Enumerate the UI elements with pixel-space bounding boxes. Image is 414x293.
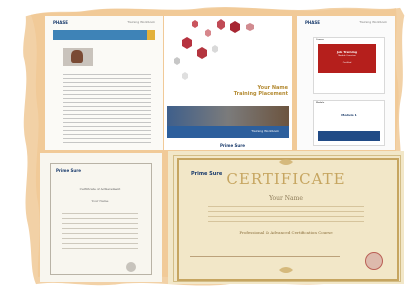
certificate-title: CERTIFICATE: [226, 170, 346, 188]
certificate-heading: Certificate of Achievement: [79, 187, 121, 191]
module-page: PHASE Training Workbook Course Job Train…: [297, 16, 395, 150]
certificate-name: Your Name: [91, 199, 109, 203]
course-title: Job Training: [336, 50, 358, 54]
cover-footer-label: Training Workbook: [251, 129, 279, 133]
brand-logo: PHASE: [305, 20, 320, 25]
page-tag: Training Workbook: [127, 20, 155, 24]
module-card: Module Module 1: [313, 100, 385, 146]
small-certificate: Prime Sure Certificate of Achievement Yo…: [40, 153, 162, 282]
course-banner: Job Training Module Overview Certified: [318, 44, 376, 73]
cover-photo-band: [167, 106, 289, 126]
cover-title: Your Name Training Placement: [164, 85, 288, 97]
course-card: Course Job Training Module Overview Cert…: [313, 37, 385, 94]
certificate-name: Your Name: [269, 195, 303, 202]
body-text-lines: [63, 74, 151, 144]
brand-logo: Prime Sure: [56, 168, 81, 173]
course-caption: Course: [316, 39, 324, 41]
person-photo-icon: [63, 48, 93, 66]
signature-line: [190, 256, 340, 257]
section-badge: [147, 30, 155, 40]
module-title: Module 1: [341, 113, 357, 117]
cover-footer-bar: Training Workbook: [167, 126, 289, 138]
page-tag: Training Workbook: [359, 20, 387, 24]
manual-page: PHASE Training Workbook: [45, 16, 163, 150]
module-bar: [318, 131, 380, 141]
module-caption: Module: [316, 102, 325, 104]
course-note: Certified: [342, 62, 352, 64]
seal-icon: [126, 262, 136, 272]
brand-logo: Prime Sure: [220, 143, 245, 148]
certificate-description-lines: [208, 206, 364, 224]
cover-page: Your Name Training Placement Training Wo…: [164, 16, 292, 150]
cover-title-line2: Training Placement: [233, 91, 288, 97]
large-certificate: Prime Sure CERTIFICATE Your Name Profess…: [168, 151, 404, 284]
brand-logo: PHASE: [53, 20, 68, 25]
seal-icon: [365, 252, 383, 270]
course-subtitle: Module Overview: [338, 55, 356, 57]
certificate-course: Professional & Advanced Certification Co…: [239, 230, 333, 235]
certificate-body-lines: [62, 213, 138, 251]
header-bar: [53, 30, 149, 40]
